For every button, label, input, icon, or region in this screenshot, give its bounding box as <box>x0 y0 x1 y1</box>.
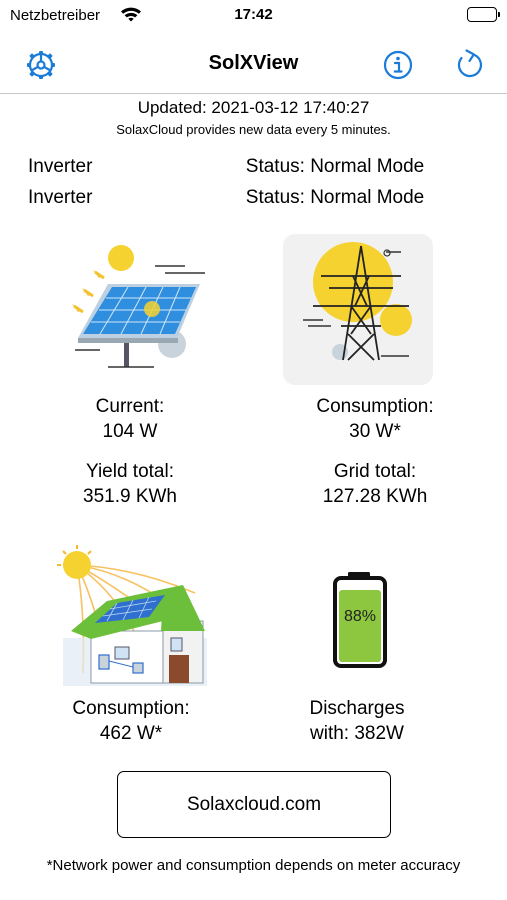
battery-status-line2: with: 382W <box>310 723 404 744</box>
house-consumption-value: 462 W* <box>99 723 163 744</box>
inverter-label: Inverter <box>28 187 93 208</box>
refresh-button[interactable] <box>452 47 488 83</box>
battery-status-icon <box>467 7 500 22</box>
battery-status-line1: Discharges <box>309 698 405 719</box>
power-grid-illustration <box>283 234 433 385</box>
house-consumption-label: Consumption: <box>72 698 190 719</box>
solaxcloud-link-button[interactable]: Solaxcloud.com <box>117 771 391 838</box>
inverter-status: Status: Normal Mode <box>245 156 425 177</box>
solar-current-value: 104 W <box>102 421 158 442</box>
meter-accuracy-footnote: *Network power and consumption depends o… <box>46 857 461 874</box>
grid-total-label: Grid total: <box>333 461 417 482</box>
house-illustration <box>55 543 215 689</box>
battery-percent: 88% <box>343 608 377 625</box>
solar-current-label: Current: <box>95 396 165 417</box>
refresh-interval-note: SolaxCloud provides new data every 5 min… <box>116 122 391 137</box>
refresh-icon <box>457 49 483 78</box>
clock: 17:42 <box>234 6 273 23</box>
battery-level-fill <box>339 590 381 662</box>
last-updated-text: Updated: 2021-03-12 17:40:27 <box>137 98 370 117</box>
inverter-status: Status: Normal Mode <box>245 187 425 208</box>
yield-total-label: Yield total: <box>85 461 174 482</box>
page-title: SolXView <box>208 52 299 74</box>
navigation-bar: SolXView <box>0 38 507 94</box>
inverter-label: Inverter <box>28 156 93 177</box>
grid-total-value: 127.28 KWh <box>322 486 428 507</box>
yield-total-value: 351.9 KWh <box>83 486 177 507</box>
status-bar: Netzbetreiber 17:42 <box>0 0 507 30</box>
info-button[interactable] <box>380 47 416 83</box>
info-icon <box>383 50 413 80</box>
grid-consumption-value: 30 W* <box>349 421 401 442</box>
solar-panel-illustration <box>60 236 210 376</box>
grid-consumption-label: Consumption: <box>316 396 434 417</box>
